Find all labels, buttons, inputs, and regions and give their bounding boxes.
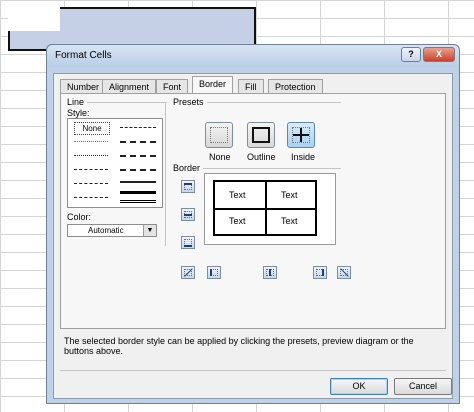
color-dropdown[interactable]: Automatic ▼ — [67, 224, 157, 237]
line-style-medium[interactable] — [120, 181, 156, 183]
cancel-button[interactable]: Cancel — [394, 378, 452, 395]
preview-grid: Text Text Text Text — [213, 180, 317, 236]
line-style-dash-dot-dot[interactable] — [74, 169, 108, 170]
tab-font[interactable]: Font — [156, 79, 189, 93]
preview-text-1: Text — [229, 190, 246, 200]
presets-group-divider — [207, 102, 341, 103]
line-style-slant-dash-dot[interactable] — [120, 141, 156, 143]
preview-text-2: Text — [281, 190, 298, 200]
active-cell[interactable] — [8, 7, 60, 31]
style-label: Style: — [67, 108, 90, 118]
preset-inside-label: Inside — [291, 152, 316, 162]
line-style-dash-dot[interactable] — [74, 183, 108, 184]
presets-group-label: Presets — [173, 97, 204, 107]
line-group-right-edge — [165, 102, 166, 246]
line-style-medium-dashed[interactable] — [120, 169, 156, 171]
tab-fill[interactable]: Fill — [238, 79, 264, 93]
preview-text-3: Text — [229, 216, 246, 226]
line-style-double[interactable] — [120, 200, 156, 203]
border-inside-vertical-button[interactable] — [263, 266, 277, 279]
preset-none-label: None — [209, 152, 231, 162]
tab-alignment[interactable]: Alignment — [102, 79, 157, 93]
line-style-dotted[interactable] — [74, 155, 108, 156]
close-button[interactable]: X — [423, 47, 455, 62]
preview-inside-horizontal — [215, 208, 315, 210]
line-style-dashed[interactable] — [74, 197, 108, 198]
preview-text-4: Text — [281, 216, 298, 226]
preset-outline-label: Outline — [247, 152, 276, 162]
line-style-medium-dash-dot[interactable] — [120, 155, 156, 157]
ok-button[interactable]: OK — [330, 378, 388, 395]
tab-border[interactable]: Border — [192, 76, 234, 94]
dialog-body: Number Alignment Font Border Fill Protec… — [53, 73, 453, 399]
color-value: Automatic — [88, 226, 124, 235]
border-left-button[interactable] — [207, 266, 221, 279]
border-right-button[interactable] — [313, 266, 327, 279]
line-group-label: Line — [67, 97, 85, 107]
preset-outline-button[interactable] — [247, 122, 275, 148]
border-tab-panel: Line Style: None Color: Automatic ▼ Pres… — [60, 93, 446, 329]
color-label: Color: — [67, 212, 92, 222]
chevron-down-icon[interactable]: ▼ — [143, 225, 156, 236]
line-style-none[interactable]: None — [74, 122, 110, 135]
preset-inside-icon — [292, 127, 310, 143]
border-bottom-button[interactable] — [181, 236, 195, 249]
line-style-medium-dash-dot-dot[interactable] — [120, 127, 156, 128]
border-top-button[interactable] — [181, 180, 195, 193]
preset-outline-icon — [252, 127, 270, 143]
border-group-divider — [203, 168, 341, 169]
footer-divider — [60, 370, 446, 371]
border-diagonal-down-button[interactable] — [337, 266, 351, 279]
tab-protection[interactable]: Protection — [268, 79, 323, 93]
border-inside-horizontal-button[interactable] — [181, 208, 195, 221]
help-button[interactable]: ? — [401, 47, 421, 62]
line-group-divider — [87, 102, 167, 103]
preset-inside-button[interactable] — [287, 122, 315, 148]
preset-none-button[interactable] — [205, 122, 233, 148]
border-diagonal-up-button[interactable] — [181, 266, 195, 279]
dialog-title: Format Cells — [55, 50, 112, 61]
format-cells-dialog: Format Cells ? X Number Alignment Font B… — [46, 44, 460, 404]
border-description: The selected border style can be applied… — [64, 336, 414, 356]
title-bar[interactable]: Format Cells ? X — [47, 45, 459, 67]
tab-number[interactable]: Number — [60, 79, 107, 93]
line-style-hair[interactable] — [74, 141, 108, 142]
preset-none-icon — [210, 127, 228, 143]
border-group-label: Border — [173, 163, 201, 173]
line-style-thick[interactable] — [120, 191, 156, 194]
border-preview[interactable]: Text Text Text Text — [204, 173, 336, 245]
line-style-list[interactable]: None — [67, 118, 163, 208]
